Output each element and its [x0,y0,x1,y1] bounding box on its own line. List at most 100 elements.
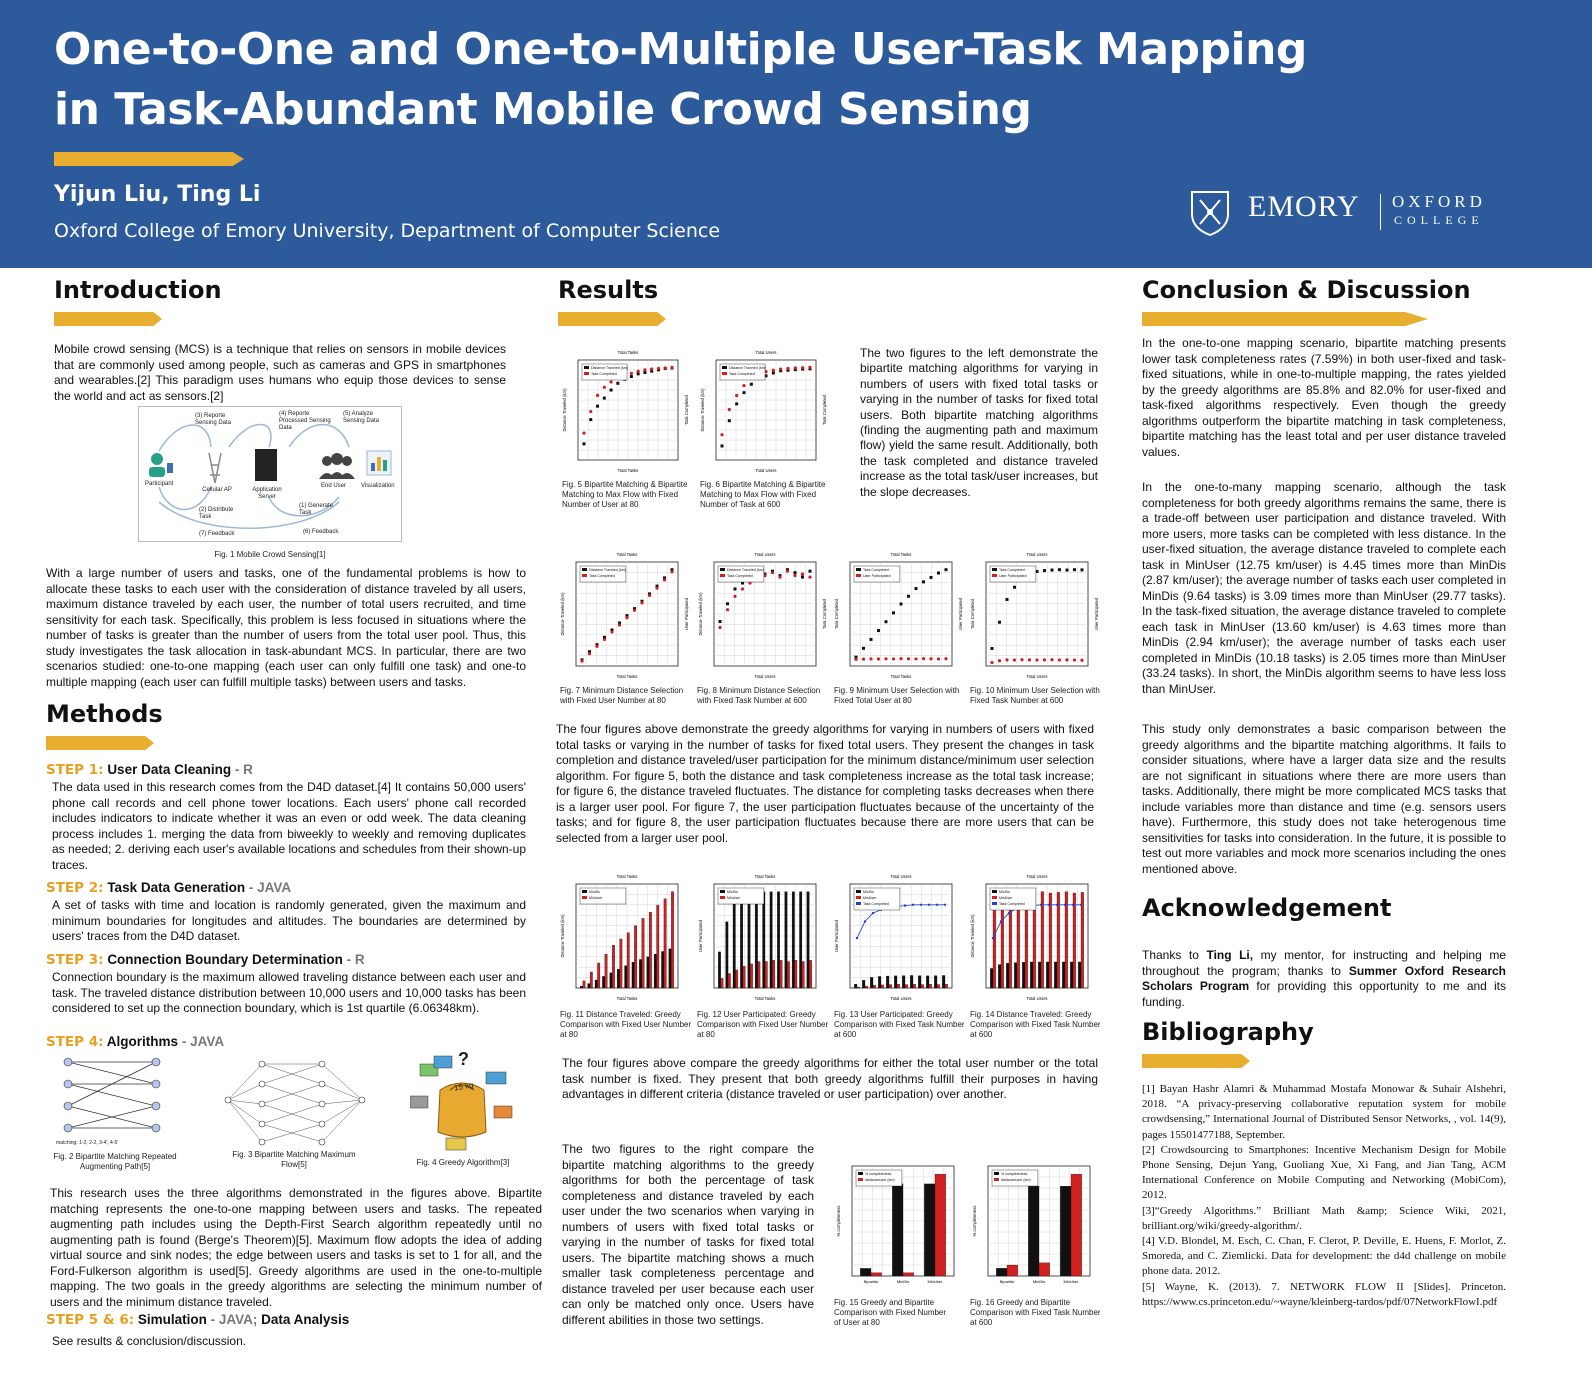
chart-f6: Distance Traveled (km) Task Completed Tota… [698,346,830,476]
emory-shield-icon [1191,191,1229,236]
data-bar [928,984,932,989]
data-bar [740,897,743,989]
data-point [742,384,746,388]
ack-pre: Thanks to [1142,948,1207,962]
data-point [1020,658,1024,662]
data-bar [902,1272,914,1277]
data-bar [902,975,906,989]
fig2-caption: Fig. 2 Bipartite Matching Repeated Augme… [53,1152,177,1171]
data-bar [880,984,884,989]
data-point [779,367,783,371]
step2-lang: - JAVA [248,880,292,895]
data-bar [1054,961,1058,989]
authors: Yijun Liu, Ting Li [54,182,261,207]
data-bar [1038,961,1042,989]
data-bar [742,966,746,989]
legend: Distance Traveled (km) Task Completed [719,363,766,381]
data-bar [653,953,657,989]
data-bar [791,891,795,989]
results-paragraph-1: The two figures to the left demonstrate … [860,346,1098,499]
legend-label: distance/user (km) [865,1178,895,1182]
fig1-caption: Fig. 1 Mobile Crowd Sensing[1] [214,550,326,559]
results-paragraph-4: The two figures to the right compare the… [562,1142,814,1327]
fig1-label-s4: (4) Reporte Processed Sensing Data [279,411,331,431]
data-bar [619,938,623,989]
data-bar [794,960,798,989]
data-point [727,419,731,423]
data-bar [870,1272,882,1277]
step3-lang: - R [346,952,365,967]
fig1-label-cellular: Cellular AP [202,487,232,493]
data-point [1050,658,1054,662]
introduction-heading: Introduction [54,276,222,304]
data-point [1080,658,1084,662]
results-heading: Results [558,276,659,304]
bib-ref-4: [4] V.D. Blondel, M. Esch, C. Chan, F. C… [1142,1235,1506,1278]
y-axis-label: % completeness [972,1206,977,1237]
data-bar [735,969,739,989]
data-point [740,587,745,591]
data-bar [602,976,605,989]
step3-body: Connection boundary is the maximum allow… [52,970,526,1015]
y2-axis-label: Task Completed [822,598,827,629]
legend-label: User Participated [999,574,1027,578]
data-bar [806,891,810,989]
data-point [589,409,593,414]
data-bar [872,985,876,989]
title-accent-bar [54,152,244,166]
data-bar [799,891,803,989]
data-point [921,657,926,661]
data-point [636,372,640,376]
data-bar [892,1183,904,1277]
data-point [899,602,903,606]
step4-title: Algorithms [106,1034,179,1049]
data-point [625,616,629,620]
y2-axis-label: Task Completed [822,394,827,425]
algorithms-paragraph: This research uses the three algorithms … [50,1186,542,1309]
data-point [718,620,722,624]
y-axis-label: Task Completed [834,598,839,629]
data-point [936,657,941,661]
data-point [884,657,888,661]
fig16-caption: Fig. 16 Greedy and Bipartite Comparison … [970,1298,1101,1327]
fig12-caption: Fig. 12 User Participated: Greedy Compar… [697,1010,829,1039]
data-point [854,657,858,661]
data-bar [718,951,721,989]
data-bar [1062,961,1066,989]
data-point [1065,568,1069,572]
x-axis-label: Total Users [1027,674,1048,679]
step56-title: Simulation [137,1312,207,1327]
legend-swatch [722,372,727,375]
conclusion-accent-bar [1142,312,1428,326]
data-point [742,391,746,395]
fig11-caption: Fig. 11 Distance Traveled: Greedy Compar… [560,1010,692,1039]
x-axis-label: Total Users [755,674,776,679]
y2-axis-label: Task Completed [684,394,689,425]
legend: Distance Traveled (km) Task Completed [581,363,628,381]
fig1-label-server: Application Server [252,487,282,500]
data-point [899,657,903,661]
data-bar [624,965,628,989]
data-point [662,578,667,582]
data-point [862,646,865,650]
data-point [650,367,654,371]
y2-axis-label: User Participated [958,597,963,630]
data-point [929,575,933,579]
data-point [596,404,600,408]
category-label: MinUser [1064,1279,1080,1284]
data-point [793,571,797,575]
conclusion-paragraph-3: This study only demonstrates a basic com… [1142,722,1506,876]
y-axis-label: Distance Traveled (km) [698,592,703,636]
top-axis-label: Total Users [891,874,912,879]
legend-label: User Participated [863,574,891,578]
methods-accent-bar [46,736,154,750]
data-point [610,630,614,634]
data-point [808,365,812,370]
fig1-label-s5: (5) Analyze Sensing Data [343,411,380,424]
data-bar [1048,892,1052,989]
data-bar [587,983,591,989]
top-axis-label: Total Users [755,552,776,557]
legend-label: Task Completed [863,568,889,572]
chart-f13: MinDis MinUser Task Completed Total Users To… [832,870,966,1004]
data-point [801,575,804,579]
